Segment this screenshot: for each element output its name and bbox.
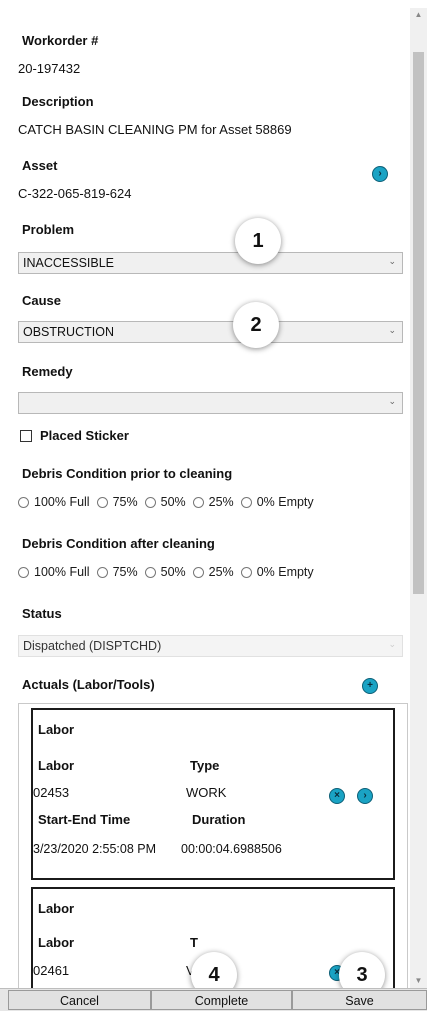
radio-button-icon	[192, 496, 204, 508]
radio-button-icon	[144, 566, 156, 578]
chevron-down-icon: ⌄	[388, 639, 396, 649]
radio-button-icon	[144, 496, 156, 508]
labor-details-icon[interactable]: ›	[357, 788, 373, 804]
placed-sticker-label: Placed Sticker	[40, 428, 129, 443]
start-end-time-label: Start-End Time	[38, 812, 131, 827]
debris-after-option[interactable]: 50%	[144, 565, 186, 579]
radio-button-icon	[18, 566, 29, 578]
debris-after-option[interactable]: 75%	[96, 565, 138, 579]
remedy-label: Remedy	[22, 364, 73, 379]
radio-button-icon	[240, 496, 252, 508]
labor-label: Labor	[38, 758, 75, 773]
type-value: WORK	[186, 785, 227, 800]
problem-select[interactable]: INACCESSIBLE ⌄	[18, 252, 403, 274]
scroll-up-icon[interactable]: ▲	[410, 8, 427, 22]
debris-prior-option[interactable]: 100% Full	[18, 495, 90, 509]
scroll-down-icon[interactable]: ▼	[410, 974, 427, 988]
labor-value: 02453	[33, 785, 70, 800]
description-label: Description	[22, 94, 94, 109]
radio-button-icon	[96, 496, 108, 508]
status-label: Status	[22, 606, 62, 621]
debris-after-radio-group: 100% Full 75% 50% 25% 0% Empty	[18, 565, 321, 579]
type-label: T	[190, 935, 198, 950]
add-actual-icon[interactable]: +	[362, 678, 378, 694]
status-select: Dispatched (DISPTCHD) ⌄	[18, 635, 403, 657]
vertical-scrollbar[interactable]: ▲ ▼	[410, 8, 427, 988]
debris-after-label: Debris Condition after cleaning	[22, 536, 215, 551]
labor-value: 02461	[33, 963, 70, 978]
workorder-value: 20-197432	[18, 61, 81, 76]
debris-prior-radio-group: 100% Full 75% 50% 25% 0% Empty	[18, 495, 321, 509]
debris-prior-option[interactable]: 50%	[144, 495, 186, 509]
cause-selected-value: OBSTRUCTION	[23, 325, 114, 339]
debris-after-option[interactable]: 25%	[192, 565, 234, 579]
asset-label: Asset	[22, 158, 58, 173]
labor-card-title: Labor	[38, 722, 75, 737]
radio-button-icon	[240, 566, 252, 578]
actuals-label: Actuals (Labor/Tools)	[22, 677, 155, 692]
problem-selected-value: INACCESSIBLE	[23, 256, 115, 270]
debris-prior-label: Debris Condition prior to cleaning	[22, 466, 233, 481]
radio-button-icon	[192, 566, 204, 578]
asset-navigate-icon[interactable]: ›	[372, 166, 388, 182]
problem-label: Problem	[22, 222, 75, 237]
type-label: Type	[190, 758, 220, 773]
debris-prior-option[interactable]: 0% Empty	[240, 495, 314, 509]
status-selected-value: Dispatched (DISPTCHD)	[23, 639, 162, 653]
debris-after-option[interactable]: 100% Full	[18, 565, 90, 579]
debris-prior-option[interactable]: 75%	[96, 495, 138, 509]
action-bar: Cancel Complete Save	[0, 988, 427, 1011]
radio-button-icon	[18, 496, 29, 508]
cause-select[interactable]: OBSTRUCTION ⌄	[18, 321, 403, 343]
callout-badge: 2	[233, 302, 279, 348]
workorder-label: Workorder #	[22, 33, 99, 48]
scrollbar-thumb[interactable]	[413, 52, 424, 594]
chevron-down-icon: ⌄	[388, 396, 396, 406]
complete-button[interactable]: Complete	[151, 990, 292, 1010]
cancel-button[interactable]: Cancel	[8, 990, 151, 1010]
radio-button-icon	[96, 566, 108, 578]
chevron-down-icon: ⌄	[388, 325, 396, 335]
callout-badge: 1	[235, 218, 281, 264]
debris-prior-option[interactable]: 25%	[192, 495, 234, 509]
labor-card-title: Labor	[38, 901, 75, 916]
workorder-form: Workorder # 20-197432 Description CATCH …	[0, 0, 408, 998]
placed-sticker-checkbox[interactable]	[20, 430, 32, 442]
labor-card: Labor Labor Type 02453 WORK × › Start-En…	[31, 708, 395, 880]
duration-value: 00:00:04.6988506	[181, 842, 282, 856]
asset-value: C-322-065-819-624	[18, 186, 132, 201]
remedy-select[interactable]: ⌄	[18, 392, 403, 414]
duration-label: Duration	[192, 812, 246, 827]
cause-label: Cause	[22, 293, 62, 308]
start-end-time-value: 3/23/2020 2:55:08 PM	[33, 842, 157, 856]
save-button[interactable]: Save	[292, 990, 427, 1010]
debris-after-option[interactable]: 0% Empty	[240, 565, 314, 579]
labor-label: Labor	[38, 935, 75, 950]
description-value: CATCH BASIN CLEANING PM for Asset 58869	[18, 122, 292, 137]
remove-labor-icon[interactable]: ×	[329, 788, 345, 804]
chevron-down-icon: ⌄	[388, 256, 396, 266]
